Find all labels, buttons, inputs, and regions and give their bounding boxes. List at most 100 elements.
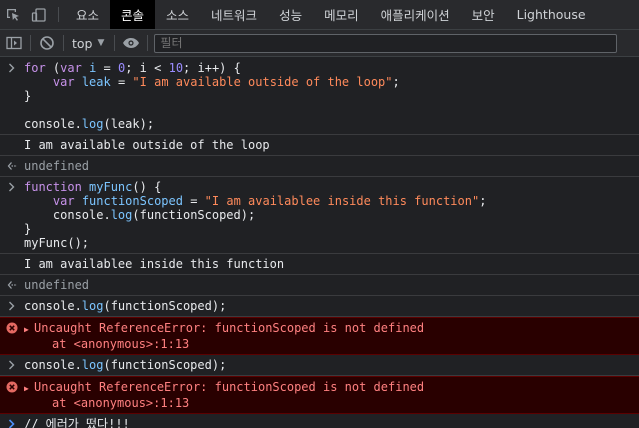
input-chevron-icon [6, 359, 18, 371]
code-line: } [24, 222, 32, 236]
expand-triangle-icon[interactable]: ▶ [24, 382, 34, 396]
error-icon [6, 381, 18, 393]
caret-down-icon: ▼ [97, 38, 105, 48]
result-value: undefined [24, 278, 90, 292]
inspect-element-icon[interactable] [0, 0, 26, 29]
result-value: undefined [24, 159, 90, 173]
code-line: console.log(functionScoped); [24, 299, 633, 313]
tab-sources[interactable]: 소스 [155, 0, 200, 29]
code-line: console.log(leak); [24, 117, 633, 131]
code-token: console. [24, 299, 82, 313]
console-input-entry[interactable]: console.log(functionScoped); [0, 355, 639, 376]
toolbar-separator [147, 35, 149, 51]
tab-elements[interactable]: 요소 [65, 0, 110, 29]
code-line: var functionScoped = "I am availablee in… [24, 194, 633, 208]
clear-console-icon[interactable] [33, 30, 61, 57]
code-token: 10 [168, 61, 184, 75]
live-expression-eye-icon[interactable] [117, 30, 145, 57]
device-toolbar-icon[interactable] [26, 0, 52, 29]
result-arrow-icon [6, 160, 18, 172]
expand-triangle-icon[interactable]: ▶ [24, 323, 34, 337]
error-stack-trace[interactable]: at <anonymous>:1:13 [24, 396, 633, 410]
tab-performance[interactable]: 성능 [268, 0, 313, 29]
toolbar-separator [30, 35, 31, 51]
toolbar-separator [114, 35, 116, 51]
error-text: Uncaught ReferenceError: functionScoped … [34, 321, 425, 335]
prompt-input-text[interactable]: // 에러가 떴다!!! [24, 417, 633, 428]
console-messages: for (var i = 0; i < 10; i++) { var leak … [0, 58, 639, 428]
tab-memory[interactable]: 메모리 [313, 0, 370, 29]
devtools-tab-bar: 요소 콘솔 소스 네트워크 성능 메모리 애플리케이션 보안 Lighthous… [0, 0, 639, 30]
context-selector-label: top [72, 35, 93, 51]
code-token: = [110, 75, 133, 89]
console-error-entry: ▶ Uncaught ReferenceError: functionScoped… [0, 317, 639, 355]
console-input-entry[interactable]: function myFunc() { var functionScoped =… [0, 177, 639, 254]
error-icon [6, 322, 18, 334]
code-token: "I am availablee inside this function" [204, 194, 480, 208]
code-token: var [60, 61, 82, 75]
sidebar-toggle-icon[interactable] [0, 30, 28, 57]
code-token: var [52, 194, 75, 208]
code-token: (functionScoped); [103, 358, 227, 372]
console-result-entry: undefined [0, 156, 639, 177]
tab-network[interactable]: 네트워크 [200, 0, 268, 29]
code-token: (functionScoped); [103, 299, 227, 313]
error-text: Uncaught ReferenceError: functionScoped … [34, 380, 425, 394]
log-message: I am available outside of the loop [24, 138, 270, 152]
code-token: log [81, 358, 104, 372]
code-token: console. [24, 208, 111, 222]
input-chevron-icon [6, 181, 18, 193]
result-arrow-icon [6, 279, 18, 291]
console-prompt[interactable]: // 에러가 떴다!!! [0, 414, 639, 428]
console-log-output: I am availablee inside this function [0, 254, 639, 275]
code-token: = [96, 61, 118, 75]
error-message[interactable]: ▶ Uncaught ReferenceError: functionScoped… [24, 380, 633, 396]
code-line: } [24, 89, 32, 103]
code-line: console.log(functionScoped); [24, 358, 633, 372]
tab-application[interactable]: 애플리케이션 [370, 0, 461, 29]
code-token: leak [81, 75, 111, 89]
error-stack-trace[interactable]: at <anonymous>:1:13 [24, 337, 633, 351]
console-log-output: I am available outside of the loop [0, 135, 639, 156]
code-token: console. [24, 358, 82, 372]
code-token: myFunc [89, 180, 133, 194]
code-token: ; [392, 75, 400, 89]
code-token: for [24, 61, 46, 75]
code-token: ; i++) { [183, 61, 241, 75]
filter-input[interactable] [154, 33, 618, 53]
log-message: I am availablee inside this function [24, 257, 285, 271]
tab-security[interactable]: 보안 [461, 0, 506, 29]
code-token: log [81, 299, 104, 313]
input-chevron-icon [6, 300, 18, 312]
code-token: log [81, 117, 104, 131]
console-error-entry: ▶ Uncaught ReferenceError: functionScoped… [0, 376, 639, 414]
code-token: () { [132, 180, 162, 194]
code-line: function myFunc() { [24, 180, 633, 194]
console-input-entry[interactable]: for (var i = 0; i < 10; i++) { var leak … [0, 58, 639, 135]
tab-separator [58, 7, 59, 22]
code-token: ( [45, 61, 61, 75]
error-message[interactable]: ▶ Uncaught ReferenceError: functionScoped… [24, 321, 633, 337]
code-token: functionScoped [81, 194, 183, 208]
console-input-entry[interactable]: console.log(functionScoped); [0, 296, 639, 317]
prompt-chevron-icon [6, 418, 18, 428]
code-token: = [182, 194, 205, 208]
code-token: ; [125, 61, 140, 75]
code-token: i [139, 61, 147, 75]
tab-console[interactable]: 콘솔 [110, 0, 156, 29]
code-line: console.log(functionScoped); [24, 208, 633, 222]
context-selector[interactable]: top ▼ [66, 36, 112, 51]
tab-lighthouse[interactable]: Lighthouse [506, 0, 597, 29]
console-result-entry: undefined [0, 275, 639, 296]
console-toolbar: top ▼ [0, 30, 639, 57]
code-token: console. [24, 117, 82, 131]
code-token: var [52, 75, 75, 89]
toolbar-separator [63, 35, 64, 51]
code-token: ; [479, 194, 487, 208]
code-token: (functionScoped); [132, 208, 256, 222]
